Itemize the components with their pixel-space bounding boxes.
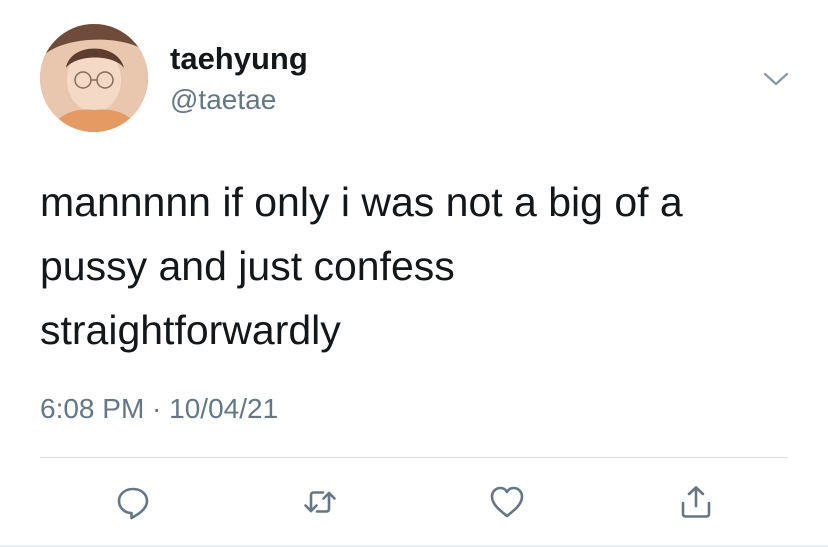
avatar[interactable] [40,24,148,132]
share-button[interactable] [672,478,720,526]
heart-icon [490,486,524,518]
chevron-down-icon[interactable] [761,64,791,94]
share-icon [681,486,711,518]
action-bar [0,478,828,528]
display-name[interactable]: taehyung [170,43,308,74]
retweet-icon [304,491,336,513]
tweet-text: mannnnn if only i was not a big of a pus… [40,179,683,353]
avatar-image [40,24,148,132]
username-handle[interactable]: @taetae [170,86,276,114]
reply-button[interactable] [109,478,157,526]
divider [40,457,788,458]
retweet-button[interactable] [296,478,344,526]
reply-icon [117,487,149,520]
tweet-timestamp[interactable]: 6:08 PM · 10/04/21 [40,395,278,423]
like-button[interactable] [483,478,531,526]
tweet-card: taehyung @taetae mannnnn if only i was n… [0,0,828,547]
